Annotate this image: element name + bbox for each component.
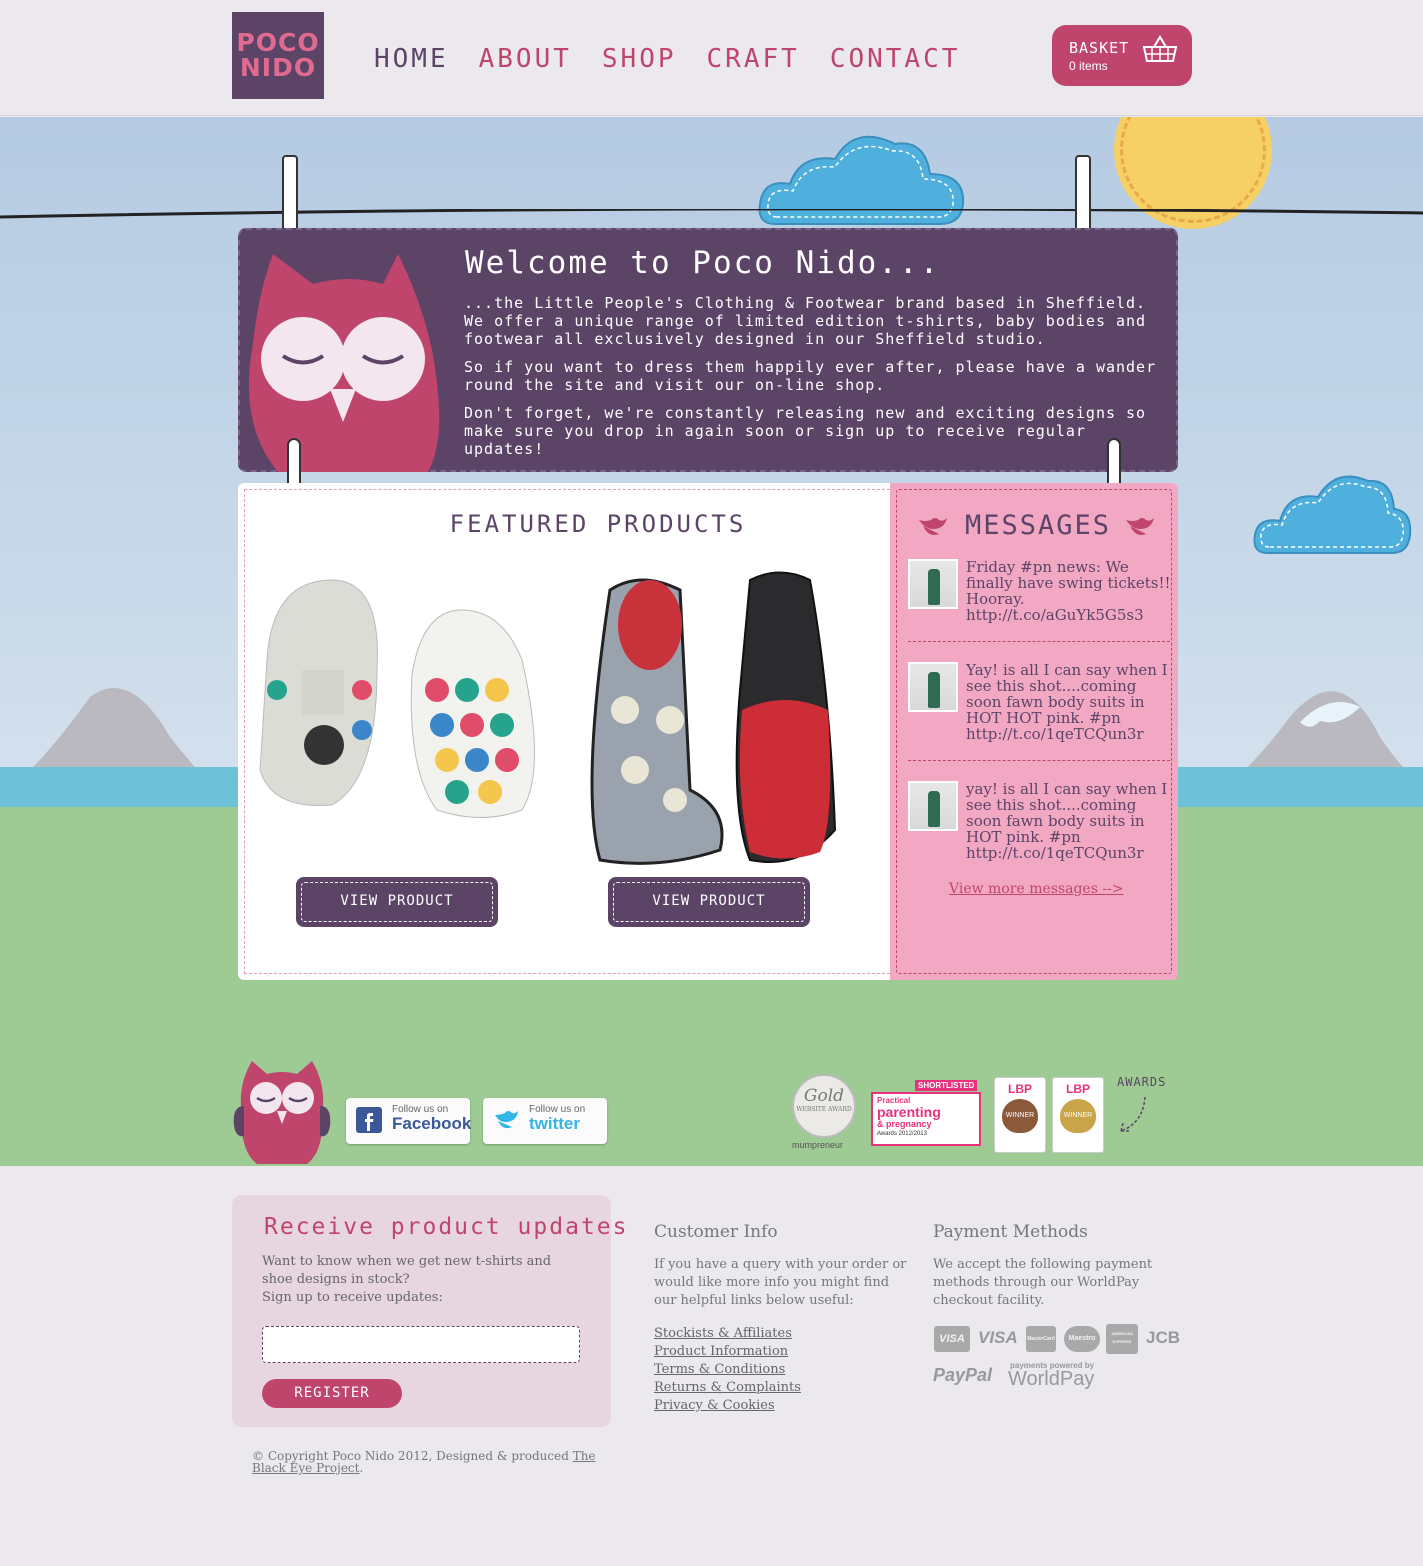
signup-text-line1: Want to know when we get new t-shirts an… [262,1254,552,1287]
twitter-follow-button[interactable]: Follow us on twitter [483,1098,607,1144]
visa-card-icon: VISA [934,1326,970,1352]
link-returns[interactable]: Returns & Complaints [654,1379,801,1397]
customer-info-title: Customer Info [654,1222,778,1242]
cloud-icon [1253,475,1412,554]
award-lbp-winner-label: WINNER [1002,1099,1038,1133]
paypal-logo-icon: PayPal [933,1365,993,1385]
owl-mascot-small-icon [233,1061,331,1164]
customer-info-text: If you have a query with your order or w… [654,1257,907,1308]
worldpay-logo-icon: WorldPay [1008,1368,1095,1390]
customer-info-links: Stockists & Affiliates Product Informati… [654,1325,801,1415]
link-stockists[interactable]: Stockists & Affiliates [654,1325,801,1343]
visa-logo-icon: VISA [978,1328,1018,1347]
welcome-paragraph-3: Don't forget, we're constantly releasing… [464,404,1147,458]
tweet-divider [908,760,1170,761]
welcome-paragraph-2: So if you want to dress them happily eve… [464,358,1157,394]
amex-icon: AMERICAN EXPRESS [1106,1324,1138,1354]
nav-contact[interactable]: CONTACT [830,44,961,74]
facebook-icon [356,1107,382,1133]
basket-button[interactable]: BASKET 0 items [1052,25,1192,86]
tweet-text[interactable]: yay! is all I can say when I see this sh… [966,781,1172,861]
twitter-follow-big: twitter [529,1114,580,1133]
main-nav: HOME ABOUT SHOP CRAFT CONTACT [374,44,990,74]
view-product-button[interactable]: VIEW PRODUCT [608,877,810,927]
product-image-owl-shoes[interactable] [252,570,552,830]
twitter-icon [495,1111,518,1129]
view-more-messages-link[interactable]: View more messages --> [949,881,1124,897]
signup-title: Receive product updates [264,1214,629,1240]
award-practical-parenting: SHORTLISTED Practical parenting & pregna… [871,1080,987,1148]
tweet-text[interactable]: Yay! is all I can say when I see this sh… [966,662,1172,742]
copyright: © Copyright Poco Nido 2012, Designed & p… [252,1450,612,1474]
tweet-text[interactable]: Friday #pn news: We finally have swing t… [966,559,1172,623]
nav-home[interactable]: HOME [374,44,449,74]
arrow-down-left-icon [1120,1096,1146,1132]
tweet-divider [908,641,1170,642]
twitter-bird-icon [1126,518,1154,535]
link-product-information[interactable]: Product Information [654,1343,801,1361]
view-product-button[interactable]: VIEW PRODUCT [296,877,498,927]
award-lbp-winner: LBP WINNER [994,1077,1046,1153]
washing-line [0,209,1423,219]
tweet-avatar [908,781,958,831]
sun-decoration [1120,117,1266,223]
award-gold-website: Gold WEBSITE AWARD mumpreneur [792,1074,862,1154]
payment-methods-title: Payment Methods [933,1222,1088,1242]
maestro-icon: Maestro [1064,1326,1100,1352]
nav-shop[interactable]: SHOP [602,44,677,74]
nav-about[interactable]: ABOUT [479,44,572,74]
award-lbp-winner-label: WINNER [1060,1099,1096,1133]
award-lbp-winner: LBP WINNER [1052,1077,1104,1153]
basket-icon [1142,35,1178,62]
logo-line-2: NIDO [239,53,317,82]
view-product-label: VIEW PRODUCT [340,893,454,909]
award-lbp-brand: LBP [1008,1082,1032,1096]
award-pp-line2: parenting [877,1104,941,1120]
signup-text-line2: Sign up to receive updates: [262,1290,443,1305]
tweet-avatar [908,559,958,609]
view-product-label: VIEW PRODUCT [652,893,766,909]
messages-title: MESSAGES [965,510,1112,541]
tweet-avatar [908,662,958,712]
link-terms[interactable]: Terms & Conditions [654,1361,801,1379]
welcome-title: Welcome to Poco Nido... [465,245,941,281]
email-input[interactable] [262,1326,580,1363]
nav-craft[interactable]: CRAFT [707,44,800,74]
facebook-follow-big: Facebook [392,1114,472,1133]
award-gold-sub: WEBSITE AWARD [796,1106,852,1113]
link-privacy[interactable]: Privacy & Cookies [654,1397,801,1415]
payment-methods-text: We accept the following payment methods … [933,1257,1153,1308]
product-image-cat-boots[interactable] [580,570,840,870]
award-pp-line3: & pregnancy [877,1119,932,1129]
twitter-bird-icon [919,518,947,535]
site-header: POCO NIDO HOME ABOUT SHOP CRAFT CONTACT … [0,0,1423,116]
copyright-period: . [359,1461,364,1475]
signup-text: Want to know when we get new t-shirts an… [262,1253,582,1307]
register-button[interactable]: REGISTER [262,1379,402,1408]
featured-title: FEATURED PRODUCTS [449,510,747,538]
award-gold-top: Gold [803,1086,845,1106]
award-pp-line4: Awards 2012/2013 [877,1131,927,1137]
facebook-follow-button[interactable]: Follow us on Facebook [346,1098,472,1144]
award-gold-brand: mumpreneur [792,1140,844,1150]
awards-label: AWARDS [1117,1075,1167,1089]
poco-nido-logo[interactable]: POCO NIDO [232,12,324,99]
award-lbp-brand: LBP [1066,1082,1090,1096]
jcb-icon: JCB [1146,1328,1181,1347]
logo-line-1: POCO [236,28,320,57]
owl-mascot-icon [248,254,440,472]
award-pp-tag: SHORTLISTED [915,1080,978,1091]
welcome-paragraph-1: ...the Little People's Clothing & Footwe… [464,294,1147,348]
mastercard-icon: MasterCard [1026,1326,1056,1352]
